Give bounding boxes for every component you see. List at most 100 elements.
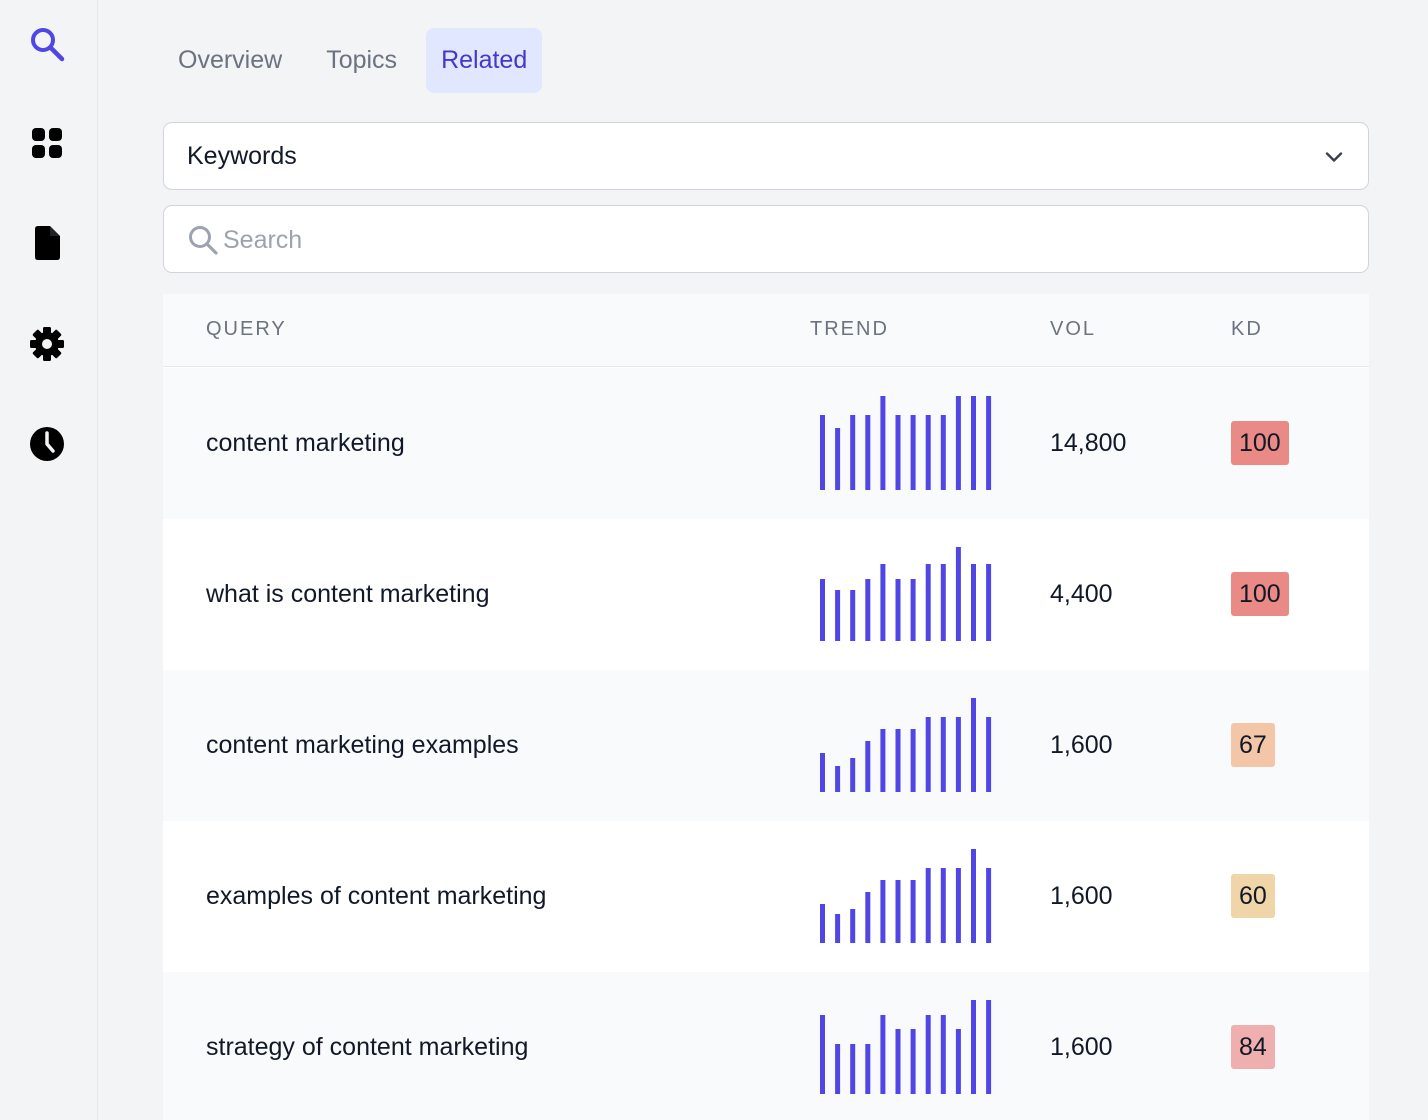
trend-bar: [955, 1029, 961, 1094]
gear-icon[interactable]: [27, 324, 67, 364]
sidebar: [0, 0, 98, 1120]
query-cell[interactable]: content marketing examples: [206, 731, 519, 760]
trend-bar: [820, 579, 825, 641]
trend-bar: [986, 1000, 992, 1094]
trend-bar: [880, 880, 886, 943]
trend-bar: [820, 415, 825, 490]
trend-bar: [955, 717, 961, 792]
trend-bar: [865, 892, 871, 943]
table-row[interactable]: content marketing 14,800 100: [163, 368, 1369, 519]
trend-bar: [850, 1044, 856, 1094]
volume-cell: 14,800: [1050, 429, 1127, 457]
trend-bar: [986, 564, 992, 641]
trend-bar: [925, 564, 931, 641]
trend-bar: [971, 564, 976, 641]
table-header: QUERY TREND VOL KD: [163, 294, 1369, 367]
trend-bar: [895, 579, 901, 641]
tab-topics[interactable]: Topics: [311, 28, 412, 93]
kd-badge: 100: [1231, 421, 1289, 465]
keywords-table: QUERY TREND VOL KD content marketing 14,…: [163, 294, 1369, 1120]
trend-bar: [925, 1015, 931, 1094]
volume-cell: 4,400: [1050, 580, 1113, 608]
trend-sparkline: [820, 396, 992, 490]
trend-bar: [880, 564, 886, 641]
trend-bar: [895, 880, 901, 943]
document-icon[interactable]: [27, 223, 67, 263]
search-field: [163, 205, 1369, 273]
trend-bar: [955, 396, 961, 490]
trend-bar: [895, 415, 901, 490]
clock-icon[interactable]: [27, 424, 67, 464]
trend-bar: [986, 396, 992, 490]
trend-bar: [910, 729, 916, 792]
keyword-type-value: Keywords: [187, 141, 297, 170]
search-icon: [189, 226, 218, 255]
trend-bar: [925, 717, 931, 792]
trend-bar: [850, 590, 856, 641]
table-row[interactable]: what is content marketing 4,400 100: [163, 519, 1369, 670]
search-input[interactable]: [223, 216, 1343, 264]
grid-icon[interactable]: [27, 123, 67, 163]
trend-bar: [820, 904, 825, 943]
trend-bar: [820, 1015, 825, 1094]
query-cell[interactable]: what is content marketing: [206, 580, 489, 609]
column-header-trend[interactable]: TREND: [810, 318, 889, 341]
trend-bar: [865, 741, 871, 792]
trend-bar: [865, 415, 871, 490]
trend-bar: [835, 1044, 841, 1094]
volume-cell: 1,600: [1050, 1033, 1113, 1061]
trend-bar: [865, 1044, 871, 1094]
query-cell[interactable]: content marketing: [206, 429, 405, 458]
kd-badge: 84: [1231, 1025, 1275, 1069]
trend-bar: [880, 729, 886, 792]
trend-bar: [895, 1029, 901, 1094]
kd-badge: 67: [1231, 723, 1275, 767]
trend-bar: [955, 547, 961, 641]
trend-sparkline: [820, 849, 992, 943]
trend-bar: [835, 914, 841, 943]
trend-bar: [940, 868, 946, 943]
column-header-vol[interactable]: VOL: [1050, 318, 1096, 341]
main-content: Overview Topics Related Keywords QUERY T…: [163, 0, 1369, 1120]
table-row[interactable]: content marketing examples 1,600 67: [163, 670, 1369, 821]
kd-badge: 60: [1231, 874, 1275, 918]
column-header-query[interactable]: QUERY: [206, 318, 287, 341]
trend-bar: [850, 415, 856, 490]
trend-bar: [971, 396, 976, 490]
trend-sparkline: [820, 547, 992, 641]
query-cell[interactable]: strategy of content marketing: [206, 1033, 528, 1062]
tab-bar: Overview Topics Related: [163, 28, 556, 93]
trend-bar: [925, 415, 931, 490]
tab-related[interactable]: Related: [426, 28, 543, 93]
column-header-kd[interactable]: KD: [1231, 318, 1263, 341]
trend-bar: [971, 849, 976, 943]
trend-sparkline: [820, 1000, 992, 1094]
trend-bar: [820, 753, 825, 792]
trend-bar: [835, 428, 841, 490]
trend-bar: [910, 415, 916, 490]
keyword-type-select[interactable]: Keywords: [163, 122, 1369, 190]
trend-bar: [895, 729, 901, 792]
volume-cell: 1,600: [1050, 731, 1113, 759]
trend-bar: [835, 766, 841, 792]
trend-bar: [955, 868, 961, 943]
trend-bar: [971, 1000, 976, 1094]
trend-bar: [835, 590, 841, 641]
search-icon[interactable]: [27, 24, 67, 64]
tab-overview[interactable]: Overview: [163, 28, 297, 93]
chevron-down-icon: [1325, 152, 1343, 162]
trend-bar: [971, 698, 976, 792]
trend-bar: [940, 415, 946, 490]
table-row[interactable]: examples of content marketing 1,600 60: [163, 821, 1369, 972]
trend-bar: [910, 579, 916, 641]
trend-bar: [986, 868, 992, 943]
volume-cell: 1,600: [1050, 882, 1113, 910]
query-cell[interactable]: examples of content marketing: [206, 882, 546, 911]
trend-bar: [940, 717, 946, 792]
trend-bar: [910, 1029, 916, 1094]
trend-bar: [986, 717, 992, 792]
table-row[interactable]: strategy of content marketing 1,600 84: [163, 972, 1369, 1120]
kd-badge: 100: [1231, 572, 1289, 616]
trend-bar: [940, 1015, 946, 1094]
trend-bar: [940, 564, 946, 641]
